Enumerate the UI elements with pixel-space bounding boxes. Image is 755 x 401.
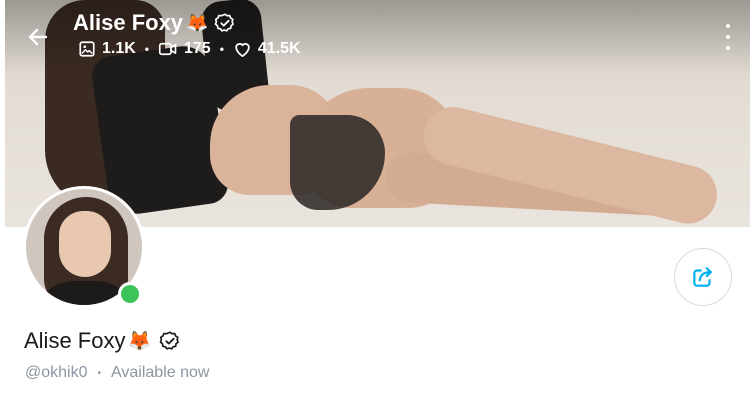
more-vertical-icon [726,24,730,28]
heart-icon [235,43,250,57]
arrow-left-icon [28,28,48,46]
header-title: Alise Foxy 🦊 [73,10,236,36]
stat-separator: • [144,42,149,56]
videos-count: 175 [184,40,211,57]
stat-separator: • [219,42,224,56]
likes-count: 41.5K [257,40,301,57]
online-status-indicator [118,282,142,306]
avatar-face [59,211,111,277]
verified-badge-icon [214,12,236,34]
likes-stat: 41.5K [233,40,301,58]
video-icon [158,42,177,56]
meta-separator: • [97,367,102,379]
header-stats: 1.1K • 175 • 41.5K [78,40,301,58]
more-options-button[interactable] [722,24,734,50]
fox-emoji: 🦊 [127,331,152,352]
header-name: Alise Foxy [73,10,184,35]
profile-name-row: Alise Foxy 🦊 [24,328,181,354]
profile-header-bar: Alise Foxy 🦊 1.1K • 175 • 41.5K [5,0,750,75]
share-icon [693,267,712,287]
photos-count: 1.1K [102,40,136,57]
fox-emoji: 🦊 [186,12,209,33]
photos-stat[interactable]: 1.1K [78,40,136,58]
profile-meta-row: @okhik0 • Available now [25,364,209,382]
back-button[interactable] [23,22,53,52]
videos-stat[interactable]: 175 [158,40,211,58]
share-button[interactable] [674,248,732,306]
image-icon [79,41,95,57]
availability-status: Available now [111,364,210,381]
verified-badge-icon [159,330,181,352]
profile-handle: @okhik0 [25,364,88,381]
profile-name: Alise Foxy [24,328,126,353]
cover-image: Alise Foxy 🦊 1.1K • 175 • 41.5K [5,0,750,227]
